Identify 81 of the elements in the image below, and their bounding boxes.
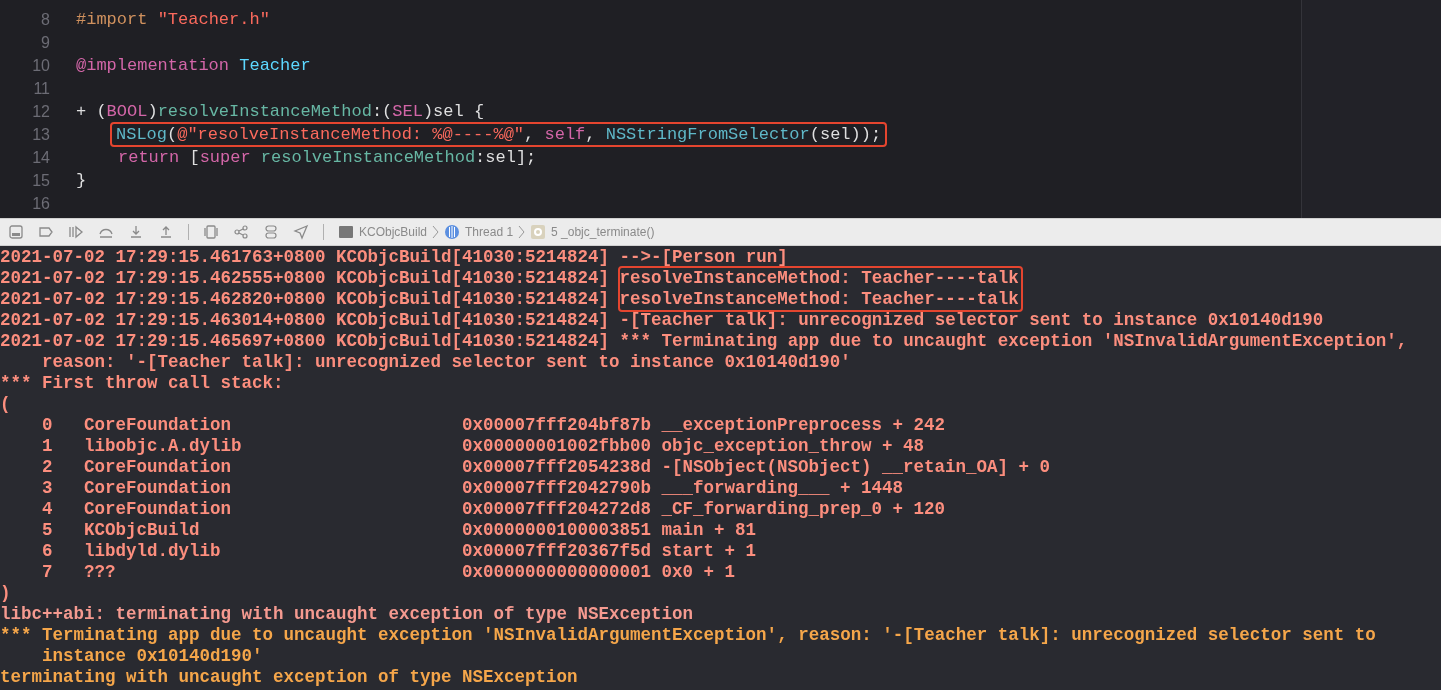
frame-library: CoreFoundation bbox=[84, 415, 233, 436]
frame-index: 3 bbox=[41, 478, 54, 499]
log-prefix: 2021-07-02 17:29:15.462555+0800 KCObjcBuild[41030:5214824] bbox=[0, 268, 611, 289]
location-arrow-icon[interactable] bbox=[293, 224, 309, 240]
frame-symbol: _CF_forwarding_prep_0 + 120 bbox=[661, 499, 946, 520]
console-line: ) bbox=[0, 583, 12, 604]
frame-index: 6 bbox=[41, 541, 54, 562]
breadcrumb-item[interactable]: KCObjcBuild bbox=[359, 223, 428, 241]
frame-library: CoreFoundation bbox=[84, 457, 233, 478]
line-number: 9 bbox=[40, 32, 51, 53]
breadcrumb-item[interactable]: 5 _objc_terminate() bbox=[551, 223, 655, 241]
frame-symbol: -[NSObject(NSObject) __retain_OA] + 0 bbox=[661, 457, 1051, 478]
step-out-icon[interactable] bbox=[158, 224, 174, 240]
frame-symbol: main + 81 bbox=[661, 520, 757, 541]
console-line: instance 0x10140d190' bbox=[41, 646, 264, 667]
view-hierarchy-icon[interactable] bbox=[203, 224, 219, 240]
frame-library: CoreFoundation bbox=[84, 478, 233, 499]
frame-address: 0x00000001002fbb00 bbox=[462, 436, 653, 457]
line-number: 15 bbox=[31, 170, 51, 191]
console-line: *** First throw call stack: bbox=[0, 373, 285, 394]
code-line: + (BOOL)resolveInstanceMethod:(SEL)sel { bbox=[75, 101, 486, 123]
console-line: *** Terminating app due to uncaught exception 'NSInvalidArgumentException', reason: '-[Teacher talk]: unrecognized selector sent to bbox=[0, 625, 1377, 646]
console-line: reason: '-[Teacher talk]: unrecognized selector sent to instance 0x10140d190' bbox=[41, 352, 852, 373]
line-number: 11 bbox=[32, 78, 51, 99]
frame-address: 0x0000000000000001 bbox=[462, 562, 653, 583]
log-prefix: 2021-07-02 17:29:15.463014+0800 KCObjcBuild[41030:5214824] bbox=[0, 310, 611, 331]
line-number: 10 bbox=[31, 55, 51, 76]
frame-address: 0x00007fff204272d8 bbox=[462, 499, 653, 520]
line-number: 12 bbox=[31, 101, 51, 122]
frame-index: 7 bbox=[41, 562, 54, 583]
console-line: terminating with uncaught exception of type NSException bbox=[0, 667, 579, 688]
log-message: resolveInstanceMethod: Teacher----talk bbox=[619, 268, 1019, 289]
frame-address: 0x00007fff2042790b bbox=[462, 478, 653, 499]
log-message: -->-[Person run] bbox=[619, 247, 788, 268]
breadcrumb-item[interactable]: Thread 1 bbox=[465, 223, 514, 241]
frame-index: 1 bbox=[41, 436, 54, 457]
app-icon bbox=[338, 224, 354, 240]
console-line: libc++abi: terminating with uncaught exception of type NSException bbox=[0, 604, 695, 625]
frame-library: ??? bbox=[84, 562, 117, 583]
continue-icon[interactable] bbox=[68, 224, 84, 240]
frame-index: 2 bbox=[41, 457, 54, 478]
log-message: -[Teacher talk]: unrecognized selector sent to instance 0x10140d190 bbox=[619, 310, 1324, 331]
toggle-icon[interactable] bbox=[263, 224, 279, 240]
thread-icon bbox=[444, 224, 461, 240]
graph-icon[interactable] bbox=[233, 224, 249, 240]
frame-index: 0 bbox=[41, 415, 54, 436]
line-number: 16 bbox=[31, 193, 51, 214]
frame-library: CoreFoundation bbox=[84, 499, 233, 520]
frame-address: 0x00007fff2054238d bbox=[462, 457, 653, 478]
chevron-icon bbox=[518, 225, 526, 239]
console-line: ( bbox=[0, 394, 12, 415]
frame-symbol: objc_exception_throw + 48 bbox=[661, 436, 925, 457]
log-prefix: 2021-07-02 17:29:15.465697+0800 KCObjcBuild[41030:5214824] bbox=[0, 331, 611, 352]
frame-address: 0x00007fff204bf87b bbox=[462, 415, 653, 436]
frame-library: KCObjcBuild bbox=[84, 520, 201, 541]
frame-library: libdyld.dylib bbox=[84, 541, 222, 562]
frame-address: 0x0000000100003851 bbox=[462, 520, 653, 541]
frame-symbol: start + 1 bbox=[661, 541, 757, 562]
code-line: return [super resolveInstanceMethod:sel]; bbox=[117, 147, 538, 169]
panel-icon[interactable] bbox=[8, 224, 24, 240]
log-message: resolveInstanceMethod: Teacher----talk bbox=[619, 289, 1019, 310]
line-number: 13 bbox=[31, 124, 51, 145]
code-line: } bbox=[75, 170, 88, 192]
gear-icon bbox=[530, 224, 547, 240]
breakpoint-icon[interactable] bbox=[38, 224, 54, 240]
code-line: @implementation Teacher bbox=[75, 55, 312, 77]
frame-library: libobjc.A.dylib bbox=[84, 436, 243, 457]
chevron-icon bbox=[432, 225, 440, 239]
log-prefix: 2021-07-02 17:29:15.462820+0800 KCObjcBuild[41030:5214824] bbox=[0, 289, 611, 310]
step-into-icon[interactable] bbox=[128, 224, 144, 240]
frame-symbol: ___forwarding___ + 1448 bbox=[661, 478, 904, 499]
frame-address: 0x00007fff20367f5d bbox=[462, 541, 653, 562]
frame-index: 4 bbox=[41, 499, 54, 520]
line-number: 8 bbox=[40, 9, 51, 30]
frame-index: 5 bbox=[41, 520, 54, 541]
line-number: 14 bbox=[31, 147, 51, 168]
frame-symbol: 0x0 + 1 bbox=[661, 562, 736, 583]
code-line: #import "Teacher.h" bbox=[75, 9, 271, 31]
log-prefix: 2021-07-02 17:29:15.461763+0800 KCObjcBuild[41030:5214824] bbox=[0, 247, 611, 268]
frame-symbol: __exceptionPreprocess + 242 bbox=[661, 415, 946, 436]
log-message: *** Terminating app due to uncaught exception 'NSInvalidArgumentException', bbox=[619, 331, 1408, 352]
